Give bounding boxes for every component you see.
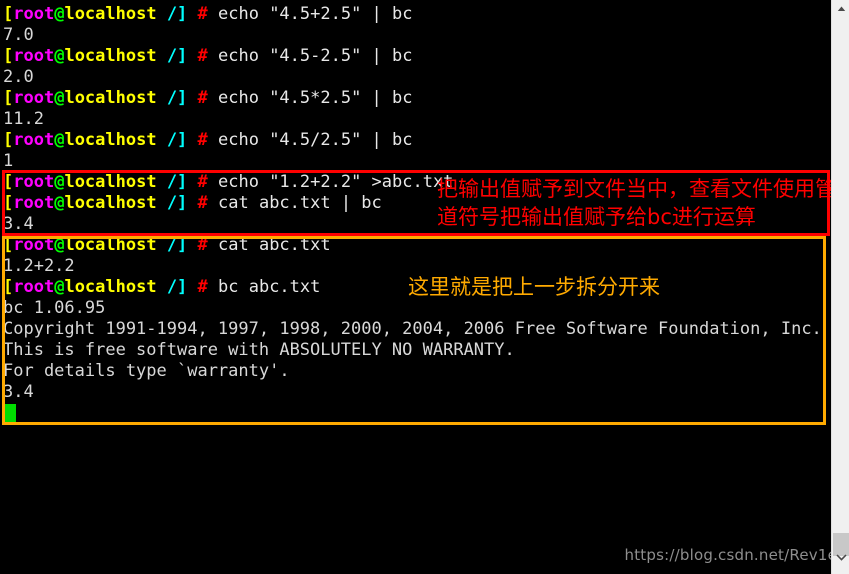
prompt-path: /] bbox=[156, 4, 188, 24]
terminal-output-line: For details type `warranty'. bbox=[3, 361, 290, 382]
prompt-at: @ bbox=[54, 193, 65, 213]
prompt-hash: # bbox=[187, 88, 208, 108]
prompt-user: root bbox=[13, 46, 55, 66]
prompt-hash: # bbox=[187, 277, 208, 297]
prompt-user: root bbox=[13, 235, 55, 255]
chevron-down-icon[interactable] bbox=[832, 549, 849, 566]
terminal-command-text: echo "4.5/2.5" | bc bbox=[207, 130, 413, 150]
prompt-hash: # bbox=[187, 193, 208, 213]
terminal-output-line: 7.0 bbox=[3, 25, 34, 46]
terminal-output-text: For details type `warranty'. bbox=[3, 361, 290, 381]
terminal-prompt-line: [root@localhost /] # echo "1.2+2.2" >abc… bbox=[3, 172, 453, 193]
prompt-host: localhost bbox=[64, 4, 157, 24]
prompt-path: /] bbox=[156, 88, 188, 108]
prompt-at: @ bbox=[54, 235, 65, 255]
prompt-host: localhost bbox=[64, 46, 157, 66]
prompt-path: /] bbox=[156, 130, 188, 150]
prompt-bracket: [ bbox=[3, 4, 14, 24]
terminal-output-line: 3.4 bbox=[3, 214, 34, 235]
terminal-output-text: 3.4 bbox=[3, 214, 34, 234]
terminal-output-line: bc 1.06.95 bbox=[3, 298, 105, 319]
terminal-command-text: echo "1.2+2.2" >abc.txt bbox=[207, 172, 454, 192]
prompt-host: localhost bbox=[64, 172, 157, 192]
terminal-output-text: 2.0 bbox=[3, 67, 34, 87]
prompt-hash: # bbox=[187, 235, 208, 255]
prompt-user: root bbox=[13, 130, 55, 150]
prompt-user: root bbox=[13, 4, 55, 24]
terminal-screenshot: [root@localhost /] # echo "4.5+2.5" | bc… bbox=[0, 0, 849, 574]
prompt-bracket: [ bbox=[3, 277, 14, 297]
prompt-host: localhost bbox=[64, 277, 157, 297]
terminal-output-text: 3.4 bbox=[3, 382, 34, 402]
prompt-path: /] bbox=[156, 172, 188, 192]
terminal-prompt-line: [root@localhost /] # cat abc.txt bbox=[3, 235, 331, 256]
prompt-hash: # bbox=[187, 130, 208, 150]
terminal-output-line: 11.2 bbox=[3, 109, 44, 130]
terminal-prompt-line: [root@localhost /] # echo "4.5-2.5" | bc bbox=[3, 46, 412, 67]
terminal-cursor bbox=[5, 404, 16, 423]
orange-annotation-line-1: 这里就是把上一步拆分开来 bbox=[408, 275, 660, 299]
terminal-output-line: 3.4 bbox=[3, 382, 34, 403]
red-annotation-line-2: 道符号把输出值赋予给bc进行运算 bbox=[437, 205, 756, 229]
prompt-bracket: [ bbox=[3, 235, 14, 255]
prompt-user: root bbox=[13, 277, 55, 297]
prompt-user: root bbox=[13, 172, 55, 192]
terminal-prompt-line: [root@localhost /] # cat abc.txt | bc bbox=[3, 193, 382, 214]
prompt-host: localhost bbox=[64, 235, 157, 255]
prompt-at: @ bbox=[54, 88, 65, 108]
prompt-path: /] bbox=[156, 277, 188, 297]
prompt-hash: # bbox=[187, 172, 208, 192]
terminal-output-text: bc 1.06.95 bbox=[3, 298, 106, 318]
prompt-bracket: [ bbox=[3, 130, 14, 150]
prompt-bracket: [ bbox=[3, 88, 14, 108]
terminal-output-line: Copyright 1991-1994, 1997, 1998, 2000, 2… bbox=[3, 319, 822, 340]
terminal-output-text: 7.0 bbox=[3, 25, 34, 45]
prompt-user: root bbox=[13, 88, 55, 108]
terminal-command-text: echo "4.5+2.5" | bc bbox=[207, 4, 413, 24]
orange-annotation-text: 这里就是把上一步拆分开来 bbox=[408, 273, 660, 301]
terminal-prompt-line: [root@localhost /] # echo "4.5/2.5" | bc bbox=[3, 130, 412, 151]
terminal-output-line: This is free software with ABSOLUTELY NO… bbox=[3, 340, 515, 361]
prompt-host: localhost bbox=[64, 88, 157, 108]
watermark-url: https://blog.csdn.net/Rev1e bbox=[624, 546, 837, 564]
prompt-hash: # bbox=[187, 4, 208, 24]
terminal-command-text: cat abc.txt | bc bbox=[207, 193, 382, 213]
red-annotation-line-1: 把输出值赋予到文件当中，查看文件使用管 bbox=[437, 177, 836, 201]
terminal-output-line: 1.2+2.2 bbox=[3, 256, 75, 277]
prompt-path: /] bbox=[156, 193, 188, 213]
terminal-prompt-line: [root@localhost /] # bc abc.txt bbox=[3, 277, 320, 298]
terminal-output-line: 1 bbox=[3, 151, 13, 172]
terminal-command-text: echo "4.5-2.5" | bc bbox=[207, 46, 413, 66]
prompt-at: @ bbox=[54, 4, 65, 24]
terminal-command-text: cat abc.txt bbox=[207, 235, 331, 255]
terminal-output-text: 11.2 bbox=[3, 109, 44, 129]
terminal-prompt-line: [root@localhost /] # echo "4.5*2.5" | bc bbox=[3, 88, 412, 109]
prompt-at: @ bbox=[54, 130, 65, 150]
prompt-user: root bbox=[13, 193, 55, 213]
prompt-path: /] bbox=[156, 235, 188, 255]
prompt-host: localhost bbox=[64, 193, 157, 213]
terminal-command-text: echo "4.5*2.5" | bc bbox=[207, 88, 413, 108]
red-annotation-text: 把输出值赋予到文件当中，查看文件使用管 道符号把输出值赋予给bc进行运算 bbox=[437, 175, 837, 231]
prompt-bracket: [ bbox=[3, 193, 14, 213]
vertical-scrollbar[interactable] bbox=[831, 0, 849, 574]
prompt-hash: # bbox=[187, 46, 208, 66]
chevron-up-icon[interactable] bbox=[832, 0, 849, 17]
terminal-output-line: 2.0 bbox=[3, 67, 34, 88]
prompt-path: /] bbox=[156, 46, 188, 66]
terminal-command-text: bc abc.txt bbox=[207, 277, 321, 297]
terminal-output-text: Copyright 1991-1994, 1997, 1998, 2000, 2… bbox=[3, 319, 822, 339]
terminal-output-text: 1 bbox=[3, 151, 14, 171]
terminal-output-text: 1.2+2.2 bbox=[3, 256, 75, 276]
prompt-bracket: [ bbox=[3, 46, 14, 66]
prompt-at: @ bbox=[54, 46, 65, 66]
prompt-host: localhost bbox=[64, 130, 157, 150]
prompt-bracket: [ bbox=[3, 172, 14, 192]
terminal-output-text: This is free software with ABSOLUTELY NO… bbox=[3, 340, 515, 360]
prompt-at: @ bbox=[54, 172, 65, 192]
terminal-prompt-line: [root@localhost /] # echo "4.5+2.5" | bc bbox=[3, 4, 412, 25]
prompt-at: @ bbox=[54, 277, 65, 297]
